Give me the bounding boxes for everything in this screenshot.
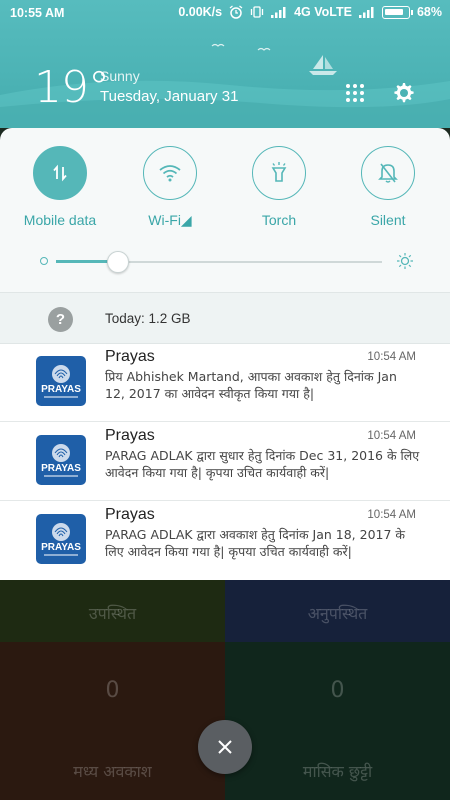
silent-bell-icon <box>378 163 398 183</box>
notification-body: PARAG ADLAK द्वारा अवकाश हेतु दिनांक Jan… <box>105 527 406 559</box>
mid-leave-tile: 0 मध्य अवकाश <box>0 642 225 800</box>
notification-item[interactable]: PRAYAS Prayas 10:54 AM PARAG ADLAK द्वार… <box>0 502 450 580</box>
torch-circle[interactable] <box>252 146 306 200</box>
prayas-app-icon: PRAYAS <box>36 356 86 406</box>
notification-body: प्रिय Abhishek Martand, आपका अवकाश हेतु … <box>105 369 397 401</box>
notification-app-name: Prayas <box>105 427 155 444</box>
svg-text:PRAYAS: PRAYAS <box>41 542 81 553</box>
tile-wifi[interactable]: Wi-Fi◢ <box>125 146 215 229</box>
network-type: 4G VoLTE <box>294 5 352 19</box>
mid-leave-label: मध्य अवकाश <box>73 762 152 781</box>
absent-tile: अनुपस्थित <box>225 580 450 642</box>
signal-icon <box>271 6 287 18</box>
data-usage-label: Today: 1.2 GB <box>105 311 191 326</box>
net-speed: 0.00K/s <box>178 5 223 19</box>
battery-icon <box>381 5 413 19</box>
quick-settings-panel: Mobile data Wi-Fi◢ Torch Silent <box>0 128 450 292</box>
monthly-leave-label: मासिक छुट्टी <box>302 762 373 781</box>
close-button[interactable] <box>198 720 252 774</box>
notification-list: PRAYAS Prayas 10:54 AM प्रिय Abhishek Ma… <box>0 344 450 580</box>
question-icon: ? <box>48 307 73 332</box>
shade-header: 10:55 AM 0.00K/s 4G VoLTE 68% 19° Sunny … <box>0 0 450 128</box>
temperature: 19° <box>34 62 110 113</box>
present-tile: उपस्थित <box>0 580 225 642</box>
status-indicators: 0.00K/s 4G VoLTE 68% <box>178 5 442 19</box>
tile-silent[interactable]: Silent <box>343 146 433 228</box>
brightness-high-icon <box>397 253 413 269</box>
alarm-icon <box>229 5 243 19</box>
battery-percent: 68% <box>416 5 442 19</box>
torch-icon <box>271 162 287 182</box>
notification-app-name: Prayas <box>105 348 155 365</box>
monthly-leave-count: 0 <box>330 678 345 703</box>
brightness-slider[interactable] <box>40 251 414 273</box>
gear-icon <box>394 83 414 103</box>
settings-button[interactable] <box>392 81 416 105</box>
prayas-app-icon: PRAYAS <box>36 514 86 564</box>
notification-body: PARAG ADLAK द्वारा सुधार हेतु दिनांक Dec… <box>105 448 420 480</box>
notification-time: 10:54 AM <box>367 509 416 521</box>
notification-item[interactable]: PRAYAS Prayas 10:54 AM PARAG ADLAK द्वार… <box>0 423 450 501</box>
brightness-thumb[interactable] <box>106 251 129 273</box>
tile-mobile-data[interactable]: Mobile data <box>15 146 105 228</box>
present-label: उपस्थित <box>88 604 137 623</box>
prayas-app-icon: PRAYAS <box>36 435 86 485</box>
status-time: 10:55 AM <box>10 6 65 20</box>
monthly-leave-tile: 0 मासिक छुट्टी <box>225 642 450 800</box>
silent-circle[interactable] <box>361 146 415 200</box>
brightness-low-icon <box>40 257 48 265</box>
tile-label-wifi: Wi-Fi◢ <box>148 212 192 228</box>
weather-condition: Sunny <box>100 68 140 84</box>
birds-decoration <box>211 43 271 51</box>
mid-leave-count: 0 <box>105 678 120 703</box>
mobile-data-circle[interactable] <box>33 146 87 200</box>
grid-icon <box>346 84 364 102</box>
mobile-data-icon <box>53 164 67 182</box>
tile-label-silent: Silent <box>370 212 406 228</box>
vibrate-icon <box>250 5 264 19</box>
svg-text:PRAYAS: PRAYAS <box>41 463 81 474</box>
notification-app-name: Prayas <box>105 506 155 523</box>
toggle-grid-button[interactable] <box>345 83 365 103</box>
tile-torch[interactable]: Torch <box>234 146 324 228</box>
wifi-icon <box>159 165 181 182</box>
absent-label: अनुपस्थित <box>307 604 368 623</box>
signal-icon-2 <box>358 6 375 18</box>
status-bar: 10:55 AM 0.00K/s 4G VoLTE 68% <box>0 0 450 26</box>
weather-date: Tuesday, January 31 <box>100 88 239 105</box>
tile-label-mobile-data: Mobile data <box>23 212 97 228</box>
tile-label-torch: Torch <box>261 212 297 228</box>
close-icon <box>218 740 232 754</box>
notification-item[interactable]: PRAYAS Prayas 10:54 AM प्रिय Abhishek Ma… <box>0 344 450 422</box>
data-usage-row[interactable]: ? Today: 1.2 GB <box>0 292 450 344</box>
notification-time: 10:54 AM <box>367 430 416 442</box>
svg-text:PRAYAS: PRAYAS <box>41 384 81 395</box>
notification-time: 10:54 AM <box>367 351 416 363</box>
wifi-circle[interactable] <box>143 146 197 200</box>
